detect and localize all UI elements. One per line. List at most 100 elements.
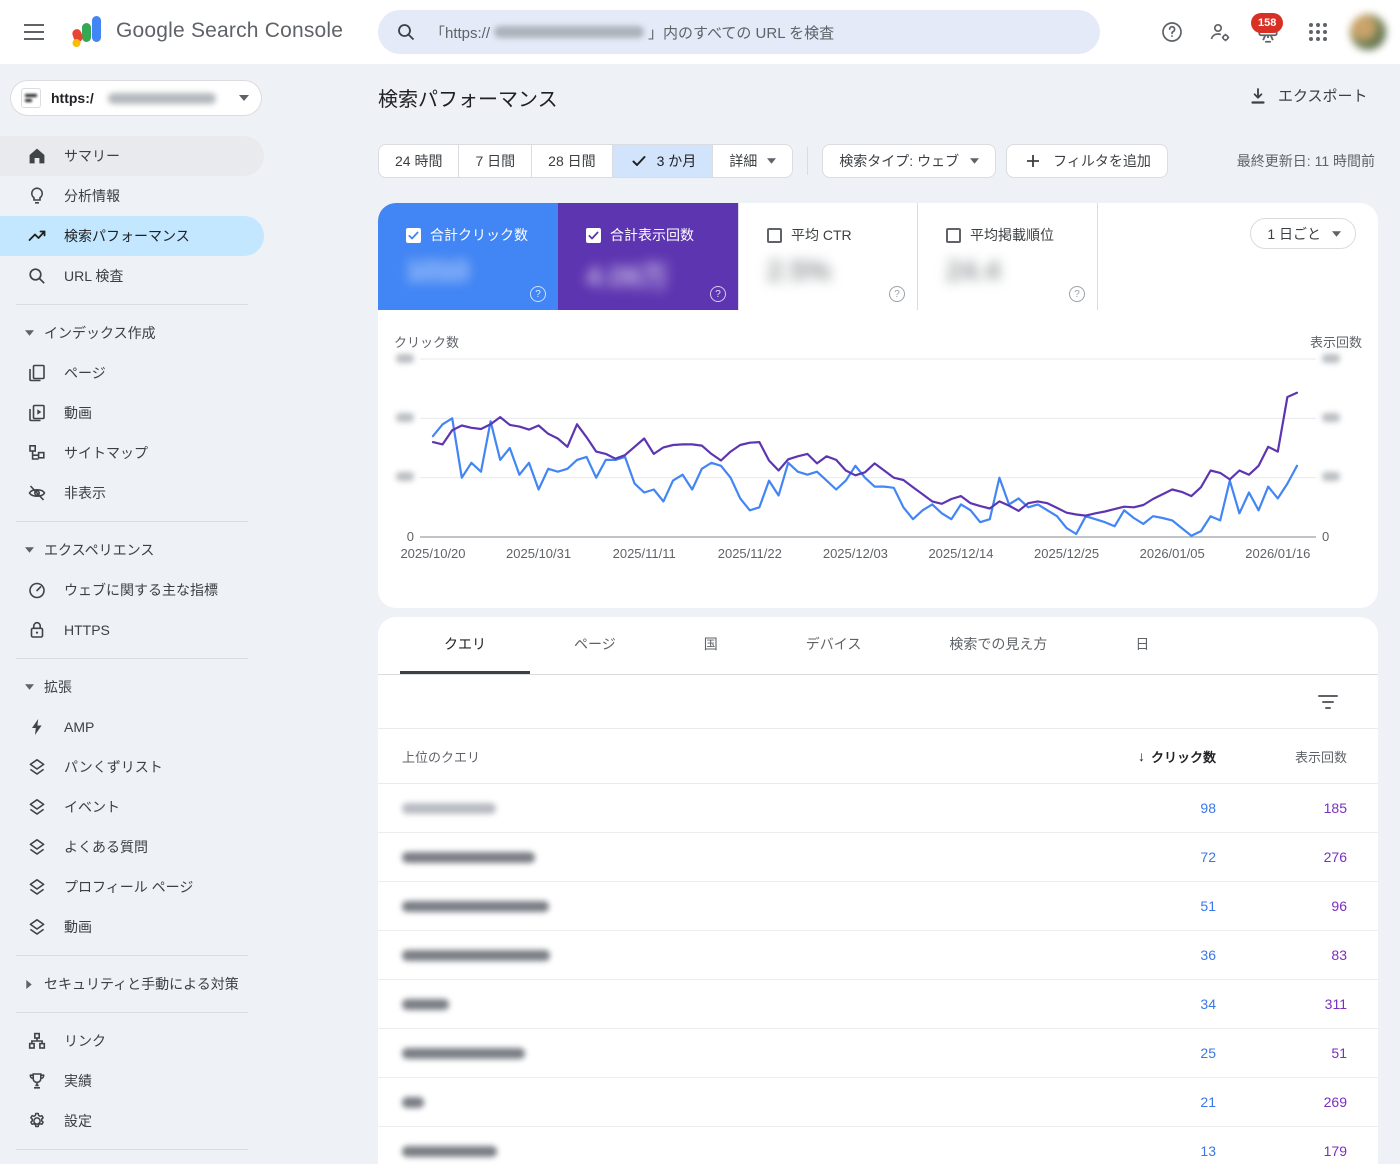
table-row[interactable]: 34311 <box>378 980 1378 1029</box>
performance-chart-card: 合計クリック数 1010 合計表示回数 4.09万 平均 CTR 2.5% <box>378 203 1378 608</box>
sidebar-item-breadcrumbs[interactable]: パンくずリスト <box>0 747 264 787</box>
checkbox-checked-icon[interactable] <box>586 228 601 243</box>
sort-desc-icon <box>1138 748 1145 764</box>
sidebar-item-videos-enhancement[interactable]: 動画 <box>0 907 264 947</box>
sidebar-item-videos[interactable]: 動画 <box>0 393 264 433</box>
tab-queries[interactable]: クエリ <box>400 617 530 674</box>
redacted-query <box>402 999 449 1010</box>
property-selector[interactable]: https:/ <box>10 80 262 116</box>
help-icon[interactable] <box>1069 286 1085 302</box>
sidebar-item-removals[interactable]: 非表示 <box>0 473 264 513</box>
sidebar-section-experience[interactable]: エクスペリエンス <box>0 530 264 570</box>
help-icon[interactable] <box>1158 18 1186 46</box>
sidebar-item-faq[interactable]: よくある質問 <box>0 827 264 867</box>
x-axis-tick-label: 2025/12/25 <box>1022 546 1112 561</box>
app-logo[interactable]: Google Search Console <box>72 12 343 50</box>
tab-search-appearance[interactable]: 検索での見え方 <box>905 617 1091 674</box>
avatar[interactable] <box>1350 14 1386 50</box>
search-type-button[interactable]: 検索タイプ: ウェブ <box>822 144 996 178</box>
sidebar-item-https[interactable]: HTTPS <box>0 610 264 650</box>
tab-devices[interactable]: デバイス <box>762 617 906 674</box>
sidebar-item-insights[interactable]: 分析情報 <box>0 176 264 216</box>
range-28d[interactable]: 28 日間 <box>531 145 611 177</box>
sidebar-item-profile-pages[interactable]: プロフィール ページ <box>0 867 264 907</box>
user-settings-icon[interactable] <box>1206 18 1234 46</box>
sidebar-item-sitemaps[interactable]: サイトマップ <box>0 433 264 473</box>
sidebar-item-url-inspection[interactable]: URL 検査 <box>0 256 264 296</box>
hamburger-menu-icon[interactable] <box>22 20 46 44</box>
tab-dates[interactable]: 日 <box>1091 617 1193 674</box>
help-icon[interactable] <box>889 286 905 302</box>
range-3mo-selected[interactable]: 3 か月 <box>612 145 713 177</box>
apps-grid-icon[interactable] <box>1304 18 1332 46</box>
range-7d[interactable]: 7 日間 <box>458 145 531 177</box>
rich-result-icon <box>27 757 47 777</box>
table-row[interactable]: 98185 <box>378 784 1378 833</box>
divider <box>16 955 248 956</box>
x-axis-tick-label: 2025/11/22 <box>705 546 795 561</box>
sidebar-item-links[interactable]: リンク <box>0 1021 264 1061</box>
sidebar-section-enhancements[interactable]: 拡張 <box>0 667 264 707</box>
bolt-icon <box>27 717 47 737</box>
check-icon <box>629 151 649 171</box>
tab-pages[interactable]: ページ <box>530 617 660 674</box>
table-row[interactable]: 3683 <box>378 931 1378 980</box>
sidebar-item-events[interactable]: イベント <box>0 787 264 827</box>
redacted-url-segment <box>494 26 644 38</box>
redacted-query <box>402 1146 497 1157</box>
x-axis-tick-label: 2026/01/05 <box>1127 546 1217 561</box>
export-button[interactable]: エクスポート <box>1248 85 1368 106</box>
table-row[interactable]: 13179 <box>378 1127 1378 1164</box>
lightbulb-icon <box>27 186 47 206</box>
column-header-clicks[interactable]: クリック数 <box>1066 747 1216 766</box>
help-icon[interactable] <box>530 286 546 302</box>
table-row[interactable]: 2551 <box>378 1029 1378 1078</box>
lock-icon <box>27 620 47 640</box>
chevron-down-icon <box>766 156 776 166</box>
chevron-down-icon <box>239 93 249 103</box>
sidebar-item-achievements[interactable]: 実績 <box>0 1061 264 1101</box>
table-row[interactable]: 21269 <box>378 1078 1378 1127</box>
help-icon[interactable] <box>710 286 726 302</box>
metric-average-position[interactable]: 平均掲載順位 24.4 <box>918 203 1098 310</box>
sidebar-item-core-web-vitals[interactable]: ウェブに関する主な指標 <box>0 570 264 610</box>
divider <box>16 658 248 659</box>
sidebar-item-settings[interactable]: 設定 <box>0 1101 264 1141</box>
tab-countries[interactable]: 国 <box>660 617 762 674</box>
property-scheme: https:/ <box>51 90 94 106</box>
download-icon <box>1248 86 1268 106</box>
checkbox-unchecked-icon[interactable] <box>767 228 782 243</box>
metric-average-ctr[interactable]: 平均 CTR 2.5% <box>738 203 918 310</box>
x-axis-tick-label: 2025/12/14 <box>916 546 1006 561</box>
redacted-axis-tick <box>1322 472 1340 481</box>
sidebar-item-pages[interactable]: ページ <box>0 353 264 393</box>
performance-chart[interactable]: クリック数 表示回数 0 0 2025/10/202025/10/312025/… <box>378 330 1378 580</box>
metric-total-impressions[interactable]: 合計表示回数 4.09万 <box>558 203 738 310</box>
search-console-logo-icon <box>72 12 106 50</box>
trending-up-icon <box>27 226 47 246</box>
sidebar: https:/ サマリー 分析情報 検索パフォーマンス URL 検査 <box>0 64 264 1164</box>
sidebar-section-indexing[interactable]: インデックス作成 <box>0 313 264 353</box>
add-filter-button[interactable]: フィルタを追加 <box>1006 144 1168 178</box>
granularity-dropdown[interactable]: 1 日ごと <box>1250 218 1356 249</box>
sidebar-section-security[interactable]: セキュリティと手動による対策 <box>0 964 264 1004</box>
checkbox-checked-icon[interactable] <box>406 228 421 243</box>
column-header-impressions[interactable]: 表示回数 <box>1216 747 1378 766</box>
table-row[interactable]: 72276 <box>378 833 1378 882</box>
range-custom[interactable]: 詳細 <box>712 145 792 177</box>
column-header-query[interactable]: 上位のクエリ <box>378 747 1066 766</box>
rich-result-icon <box>27 917 47 937</box>
range-24h[interactable]: 24 時間 <box>379 145 458 177</box>
rich-result-icon <box>27 877 47 897</box>
url-inspect-searchbar[interactable]: 「https:// 」内のすべての URL を検査 <box>378 10 1100 54</box>
checkbox-unchecked-icon[interactable] <box>946 228 961 243</box>
redacted-property-url <box>108 93 216 104</box>
sidebar-item-amp[interactable]: AMP <box>0 707 264 747</box>
metric-total-clicks[interactable]: 合計クリック数 1010 <box>378 203 558 310</box>
sidebar-item-summary[interactable]: サマリー <box>0 136 264 176</box>
property-favicon <box>21 88 41 108</box>
table-row[interactable]: 5196 <box>378 882 1378 931</box>
filter-list-icon[interactable] <box>1318 692 1338 712</box>
chevron-down-icon <box>1331 229 1341 239</box>
sidebar-item-search-performance[interactable]: 検索パフォーマンス <box>0 216 264 256</box>
